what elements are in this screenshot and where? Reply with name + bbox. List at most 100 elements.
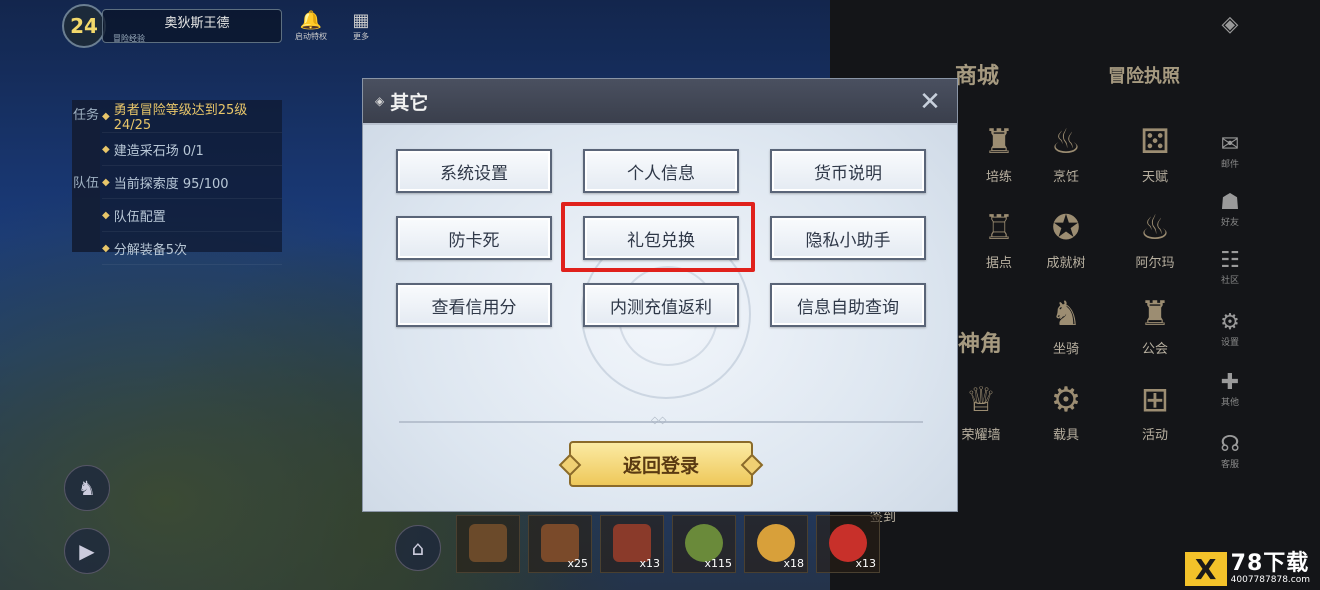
flame-icon: ♨ [1139,208,1171,248]
chevron-right-icon: ◈ [1221,12,1239,37]
quest-tabs: 任务 队伍 [72,100,100,252]
player-hud: 24 奥狄斯王德 冒险经验 🔔 启动特权 ▦ 更多 [62,4,382,48]
side-support[interactable]: ☊ 客服 [1205,432,1255,470]
quest-text: 当前探索度 95/100 [113,176,229,192]
privilege-button[interactable]: 🔔 启动特权 [290,9,332,42]
side-other[interactable]: ✚ 其他 [1205,370,1255,408]
side-label: 邮件 [1220,160,1239,170]
beta-recharge-refund-button[interactable]: 内测充值返利 [583,283,739,327]
play-button[interactable]: ▶ [64,528,110,574]
shop-label[interactable]: 商城 [955,58,999,90]
credit-score-button[interactable]: 查看信用分 [396,283,552,327]
license-label[interactable]: 冒险执照 [1108,62,1180,88]
side-friends[interactable]: ☗ 好友 [1205,190,1255,228]
quest-row[interactable]: ◆ 队伍配置 [102,199,282,232]
watermark-title: 78下载 [1230,551,1310,576]
quest-text: 建造采石场 0/1 [113,143,204,159]
hotbar-slot[interactable] [456,515,520,573]
back-arrow-button[interactable]: ◈ [1205,12,1255,37]
motorbike-icon: ⚙ [1050,380,1082,420]
chest-icon: ⌂ [411,536,425,560]
personal-info-button[interactable]: 个人信息 [583,149,739,193]
system-settings-button[interactable]: 系统设置 [396,149,552,193]
level-badge[interactable]: 24 [62,4,106,48]
tab-team[interactable]: 队伍 [72,168,100,236]
currency-info-button[interactable]: 货币说明 [770,149,926,193]
privacy-helper-button[interactable]: 隐私小助手 [770,216,926,260]
menu-mount[interactable]: ♞ 坐骑 [1025,290,1107,370]
menu-alma[interactable]: ♨ 阿尔玛 [1114,204,1196,284]
chat-icon: ☷ [1220,248,1240,273]
menu-label: 成就树 [1046,256,1086,271]
side-label: 好友 [1220,218,1239,228]
divider-ornament-icon: ◇◇ [651,415,667,426]
slot-count: x115 [704,557,732,570]
quest-text: 队伍配置 [113,209,166,225]
player-info[interactable]: 奥狄斯王德 冒险经验 [102,9,282,43]
more-button[interactable]: ▦ 更多 [340,9,382,42]
menu-achievement[interactable]: ✪ 成就树 [1025,204,1107,284]
menu-event[interactable]: ⊞ 活动 [1114,376,1196,456]
info-self-query-button[interactable]: 信息自助查询 [770,283,926,327]
bell-icon: 🔔 [299,9,323,31]
gift-icon: ⊞ [1140,380,1170,420]
dialog-header: ◈ 其它 [363,79,957,125]
slot-count: x13 [639,557,660,570]
menu-label: 阿尔玛 [1135,256,1175,271]
castle-icon: ♜ [1139,294,1171,334]
horse-icon: ♞ [1050,294,1082,334]
slot-count: x13 [855,557,876,570]
menu-talent[interactable]: ⚄ 天赋 [1114,118,1196,198]
menu-label: 公会 [1141,342,1168,357]
side-label: 社区 [1220,276,1239,286]
highlight-box [561,202,755,272]
bag-button[interactable]: ⌂ [395,525,441,571]
menu-label: 载具 [1052,428,1079,443]
menu-label: 天赋 [1141,170,1168,185]
hotbar-slot[interactable]: x115 [672,515,736,573]
player-name: 奥狄斯王德 [164,16,230,31]
side-label: 客服 [1220,460,1239,470]
close-button[interactable]: ✕ [913,85,947,119]
anti-stuck-button[interactable]: 防卡死 [396,216,552,260]
menu-label: 活动 [1141,428,1168,443]
hotbar-slot[interactable]: x18 [744,515,808,573]
grid-icon: ▦ [352,9,370,31]
dice-icon: ⚄ [1140,122,1170,162]
watermark-logo: X [1184,552,1227,586]
privilege-label: 启动特权 [295,31,327,41]
side-mail[interactable]: ✉ 邮件 [1205,132,1255,170]
menu-guild[interactable]: ♜ 公会 [1114,290,1196,370]
hotbar-slot[interactable]: x13 [816,515,880,573]
gear-icon: ⚙ [1220,310,1240,335]
quest-row[interactable]: ◆ 建造采石场 0/1 [102,133,282,166]
quest-row[interactable]: ◆ 当前探索度 95/100 [102,166,282,199]
quest-list: ◆ 勇者冒险等级达到25级 24/25 ◆ 建造采石场 0/1 ◆ 当前探索度 95/… [102,100,282,265]
side-community[interactable]: ☷ 社区 [1205,248,1255,286]
tab-quests[interactable]: 任务 [72,100,100,168]
hotbar-slot[interactable]: x25 [528,515,592,573]
god-horn-label[interactable]: 神角 [958,326,1002,358]
return-login-button[interactable]: 返回登录 [569,441,753,487]
menu-label: 烹饪 [1052,170,1079,185]
plus-grid-icon: ✚ [1220,370,1240,395]
mail-icon: ✉ [1220,132,1240,157]
hotbar-slot[interactable]: x13 [600,515,664,573]
quest-text: 勇者冒险等级达到25级 24/25 [113,103,248,133]
laurel-icon: ✪ [1051,208,1081,248]
slot-count: x25 [567,557,588,570]
quest-row[interactable]: ◆ 分解装备5次 [102,232,282,265]
quest-row[interactable]: ◆ 勇者冒险等级达到25级 24/25 [102,100,282,133]
player-exp-label: 冒险经验 [113,34,145,43]
mount-button[interactable]: ♞ [64,465,110,511]
menu-label: 坐骑 [1052,342,1079,357]
side-settings[interactable]: ⚙ 设置 [1205,310,1255,348]
more-label: 更多 [353,31,369,41]
dirt-block-icon [469,524,507,562]
bowl-icon: ♨ [1050,122,1082,162]
headset-icon: ☊ [1220,432,1240,457]
play-icon: ▶ [79,539,95,563]
watermark-subtitle: 4007787878.com [1230,575,1310,585]
menu-cook[interactable]: ♨ 烹饪 [1025,118,1107,198]
menu-vehicle[interactable]: ⚙ 载具 [1025,376,1107,456]
